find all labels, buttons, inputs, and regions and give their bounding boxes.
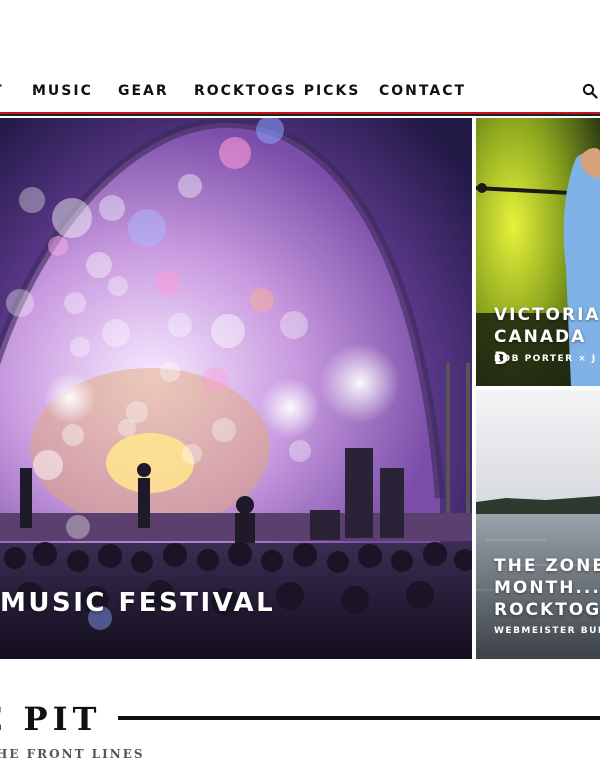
featured-card-bottom[interactable]: THE ZONE MONTH...F ROCKTOG WEBMEISTER BU… [476, 390, 600, 659]
section-title: E PIT [0, 700, 102, 738]
featured-card-top-byline[interactable]: ROB PORTER × J [494, 354, 597, 364]
nav-item-rocktogs-picks[interactable]: ROCKTOGS PICKS [194, 83, 360, 99]
nav-item-partial[interactable]: T [0, 83, 4, 99]
featured-card-top[interactable]: VICTORIA CANADA D ROB PORTER × J [476, 118, 600, 386]
nav-item-contact[interactable]: CONTACT [379, 83, 466, 99]
concert-stage-image [0, 118, 472, 659]
nav-item-music[interactable]: MUSIC [32, 83, 93, 99]
featured-main-card[interactable]: MUSIC FESTIVAL [0, 118, 472, 659]
search-icon[interactable] [582, 83, 598, 99]
featured-card-bottom-byline[interactable]: WEBMEISTER BUD [494, 626, 600, 636]
top-navigation: T MUSIC GEAR ROCKTOGS PICKS CONTACT [0, 0, 600, 116]
section-header: E PIT HE FRONT LINES [0, 690, 600, 781]
featured-main-title[interactable]: MUSIC FESTIVAL [0, 588, 275, 618]
featured-card-bottom-title[interactable]: THE ZONE MONTH...F ROCKTOG [494, 555, 600, 621]
section-subtitle: HE FRONT LINES [0, 747, 145, 761]
section-divider [118, 716, 600, 720]
featured-grid: MUSIC FESTIVAL VICTORIA CANADA D ROB POR… [0, 118, 600, 659]
nav-item-gear[interactable]: GEAR [118, 83, 169, 99]
nav-divider [0, 114, 600, 116]
